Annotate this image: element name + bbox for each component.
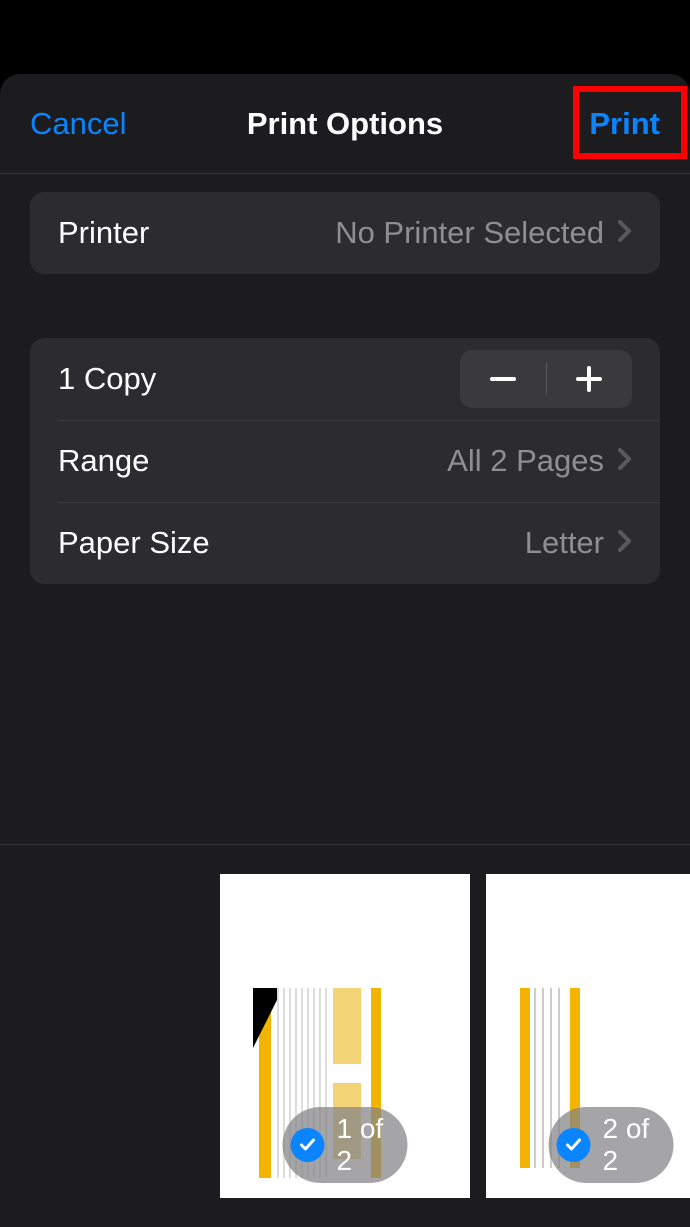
copies-stepper bbox=[460, 350, 632, 408]
preview-divider bbox=[0, 844, 690, 845]
paper-size-label: Paper Size bbox=[58, 525, 210, 561]
range-value: All 2 Pages bbox=[447, 443, 632, 479]
printer-row[interactable]: Printer No Printer Selected bbox=[30, 192, 660, 274]
chevron-right-icon bbox=[618, 218, 632, 249]
page-thumbnail-1[interactable]: 1 of 2 bbox=[220, 874, 470, 1198]
printer-group: Printer No Printer Selected bbox=[30, 192, 660, 274]
sheet-header: Cancel Print Options Print bbox=[0, 74, 690, 174]
page-badge[interactable]: 1 of 2 bbox=[283, 1107, 408, 1183]
range-value-text: All 2 Pages bbox=[447, 443, 604, 479]
printer-value-text: No Printer Selected bbox=[335, 215, 604, 251]
page-badge-text: 1 of 2 bbox=[337, 1113, 384, 1177]
print-options-sheet: Cancel Print Options Print Printer No Pr… bbox=[0, 74, 690, 1227]
printer-value: No Printer Selected bbox=[335, 215, 632, 251]
cancel-button[interactable]: Cancel bbox=[30, 106, 127, 142]
page-badge[interactable]: 2 of 2 bbox=[549, 1107, 674, 1183]
preview-area[interactable]: 1 of 2 2 of 2 bbox=[0, 874, 690, 1224]
printer-label: Printer bbox=[58, 215, 149, 251]
checkmark-icon bbox=[291, 1128, 325, 1162]
checkmark-icon bbox=[557, 1128, 591, 1162]
options-content: Printer No Printer Selected 1 Copy bbox=[0, 174, 690, 584]
range-label: Range bbox=[58, 443, 149, 479]
chevron-right-icon bbox=[618, 528, 632, 559]
paper-size-value-text: Letter bbox=[525, 525, 604, 561]
page-thumbnail-2[interactable]: 2 of 2 bbox=[486, 874, 690, 1198]
print-button[interactable]: Print bbox=[589, 106, 660, 142]
preview-scroll[interactable]: 1 of 2 2 of 2 bbox=[0, 874, 690, 1198]
range-row[interactable]: Range All 2 Pages bbox=[30, 420, 660, 502]
paper-size-row[interactable]: Paper Size Letter bbox=[30, 502, 660, 584]
increment-button[interactable] bbox=[547, 350, 633, 408]
copies-label: 1 Copy bbox=[58, 361, 156, 397]
decrement-button[interactable] bbox=[460, 350, 546, 408]
copies-row: 1 Copy bbox=[30, 338, 660, 420]
settings-group: 1 Copy Range All 2 Pages bbox=[30, 338, 660, 584]
paper-size-value: Letter bbox=[525, 525, 632, 561]
chevron-right-icon bbox=[618, 446, 632, 477]
page-badge-text: 2 of 2 bbox=[603, 1113, 650, 1177]
